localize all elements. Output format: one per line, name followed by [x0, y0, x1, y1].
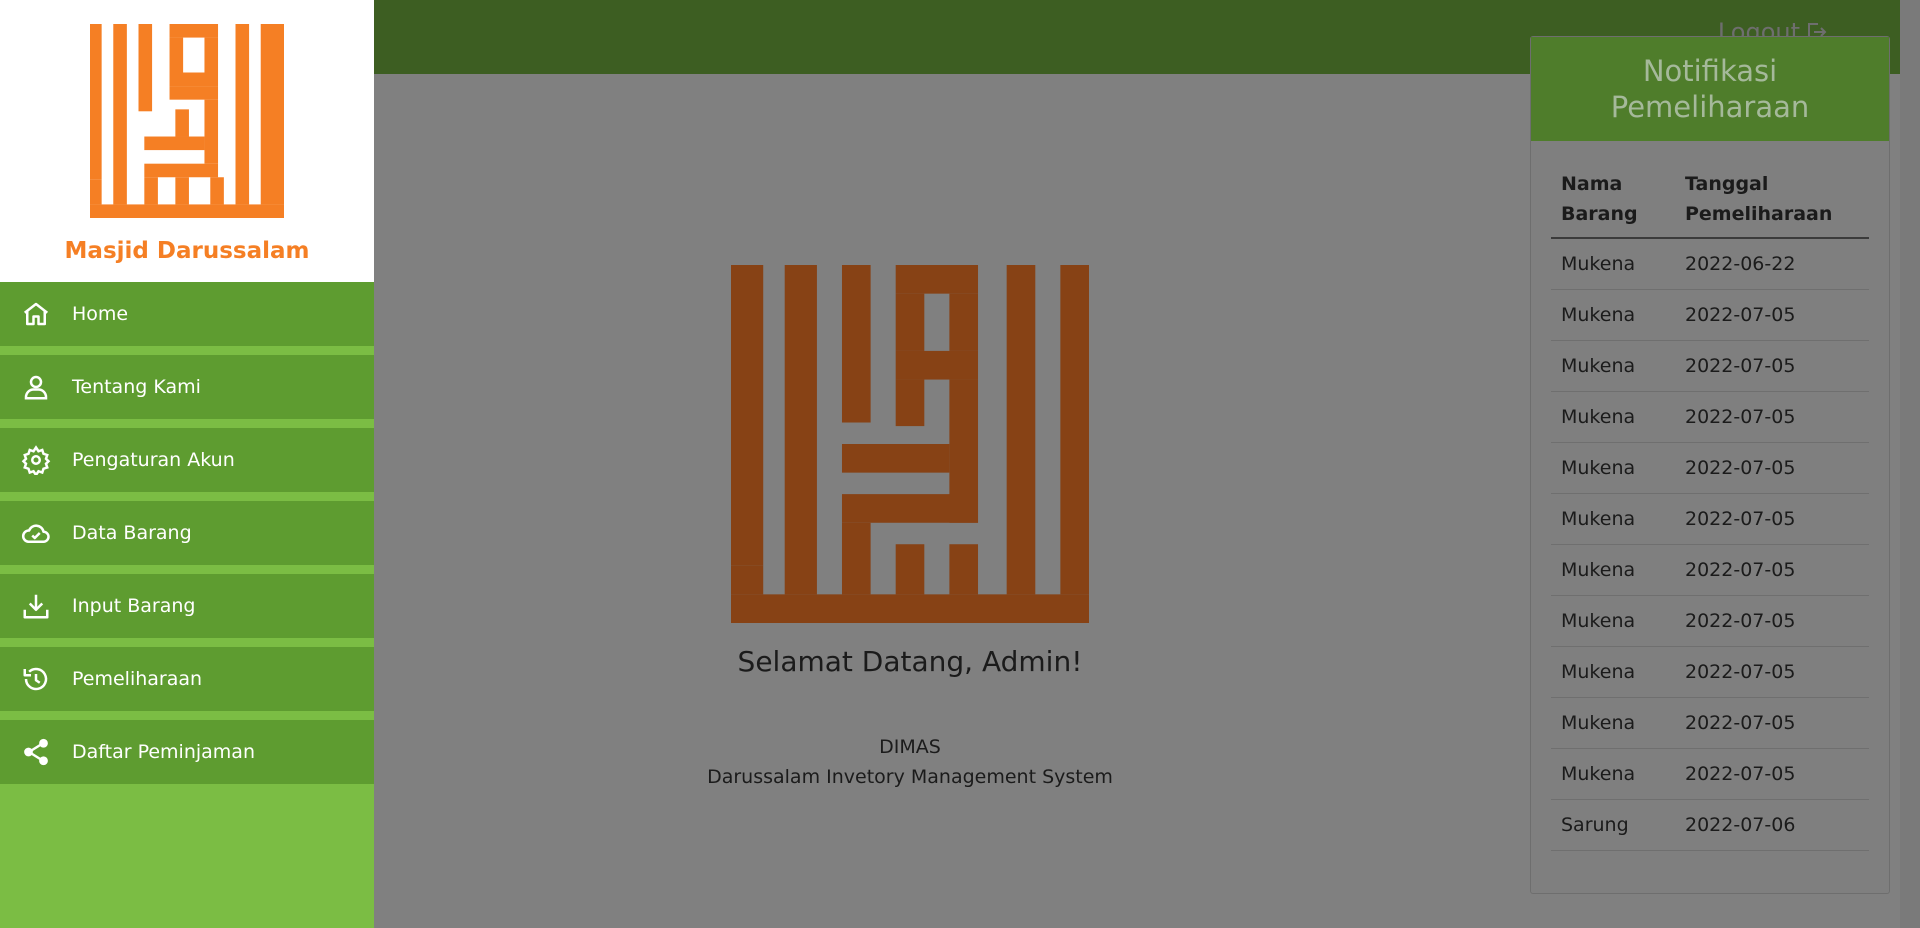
maintenance-table-body: Mukena 2022-06-22 Mukena 2022-07-05 Mukena 20…: [1551, 238, 1869, 851]
notification-body: Nama Barang Tanggal Pemeliharaan Mukena 2…: [1531, 141, 1889, 851]
cell-tanggal: 2022-07-05: [1675, 340, 1869, 392]
gear-icon: [0, 428, 72, 492]
notification-title: Notifikasi Pemeliharaan: [1531, 37, 1889, 141]
table-header-row: Nama Barang Tanggal Pemeliharaan: [1551, 169, 1869, 239]
welcome-heading: Selamat Datang, Admin!: [737, 645, 1083, 678]
cell-tanggal: 2022-06-22: [1675, 238, 1869, 290]
table-row: Mukena 2022-07-05: [1551, 289, 1869, 341]
cloud-check-icon: [0, 501, 72, 565]
mosque-logo-icon: [731, 265, 1089, 623]
sidebar-item-data-barang[interactable]: Data Barang: [0, 501, 374, 565]
table-row: Mukena 2022-07-05: [1551, 646, 1869, 698]
cell-nama-barang: Mukena: [1551, 544, 1675, 596]
cell-tanggal: 2022-07-05: [1675, 544, 1869, 596]
history-icon: [0, 647, 72, 711]
table-row: Mukena 2022-07-05: [1551, 493, 1869, 545]
welcome-hero: Selamat Datang, Admin! DIMAS Darussalam …: [707, 265, 1113, 788]
cell-tanggal: 2022-07-05: [1675, 442, 1869, 494]
table-row: Mukena 2022-07-05: [1551, 340, 1869, 392]
sidebar: Masjid Darussalam Home Tentang Kami Peng…: [0, 0, 374, 928]
column-header-nama-barang: Nama Barang: [1551, 169, 1675, 239]
table-row: Mukena 2022-07-05: [1551, 442, 1869, 494]
cell-tanggal: 2022-07-05: [1675, 595, 1869, 647]
app-description: Darussalam Invetory Management System: [707, 766, 1113, 788]
sidebar-item-pengaturan-akun[interactable]: Pengaturan Akun: [0, 428, 374, 492]
cell-nama-barang: Mukena: [1551, 595, 1675, 647]
sidebar-item-daftar-peminjaman[interactable]: Daftar Peminjaman: [0, 720, 374, 784]
cell-tanggal: 2022-07-06: [1675, 799, 1869, 851]
mosque-logo-icon: [90, 24, 284, 218]
sidebar-brand: Masjid Darussalam: [0, 0, 374, 282]
user-icon: [0, 355, 72, 419]
table-row: Mukena 2022-07-05: [1551, 544, 1869, 596]
cell-nama-barang: Mukena: [1551, 442, 1675, 494]
maintenance-notification-panel: Notifikasi Pemeliharaan Nama Barang Tang…: [1530, 36, 1890, 894]
home-icon: [0, 282, 72, 346]
sidebar-item-label: Daftar Peminjaman: [72, 741, 255, 763]
sidebar-item-input-barang[interactable]: Input Barang: [0, 574, 374, 638]
cell-nama-barang: Mukena: [1551, 238, 1675, 290]
sidebar-item-label: Input Barang: [72, 595, 196, 617]
share-icon: [0, 720, 72, 784]
sidebar-item-label: Pengaturan Akun: [72, 449, 235, 471]
cell-nama-barang: Mukena: [1551, 340, 1675, 392]
table-row: Mukena 2022-07-05: [1551, 595, 1869, 647]
table-row: Mukena 2022-07-05: [1551, 391, 1869, 443]
sidebar-item-label: Pemeliharaan: [72, 668, 203, 690]
table-row: Sarung 2022-07-06: [1551, 799, 1869, 851]
cell-tanggal: 2022-07-05: [1675, 748, 1869, 800]
cell-tanggal: 2022-07-05: [1675, 493, 1869, 545]
table-row: Mukena 2022-07-05: [1551, 748, 1869, 800]
sidebar-item-tentang-kami[interactable]: Tentang Kami: [0, 355, 374, 419]
cell-nama-barang: Mukena: [1551, 391, 1675, 443]
sidebar-item-label: Home: [72, 303, 129, 325]
column-header-tanggal: Tanggal Pemeliharaan: [1675, 169, 1869, 239]
cell-tanggal: 2022-07-05: [1675, 697, 1869, 749]
table-row: Mukena 2022-07-05: [1551, 697, 1869, 749]
sidebar-item-label: Tentang Kami: [72, 376, 201, 398]
cell-tanggal: 2022-07-05: [1675, 646, 1869, 698]
cell-nama-barang: Sarung: [1551, 799, 1675, 851]
download-icon: [0, 574, 72, 638]
sidebar-nav: Home Tentang Kami Pengaturan Akun Data B…: [0, 282, 374, 784]
cell-tanggal: 2022-07-05: [1675, 289, 1869, 341]
app-name: DIMAS: [879, 736, 941, 758]
sidebar-item-pemeliharaan[interactable]: Pemeliharaan: [0, 647, 374, 711]
sidebar-item-home[interactable]: Home: [0, 282, 374, 346]
cell-tanggal: 2022-07-05: [1675, 391, 1869, 443]
maintenance-table: Nama Barang Tanggal Pemeliharaan Mukena 2…: [1551, 169, 1869, 851]
cell-nama-barang: Mukena: [1551, 289, 1675, 341]
cell-nama-barang: Mukena: [1551, 697, 1675, 749]
cell-nama-barang: Mukena: [1551, 748, 1675, 800]
sidebar-item-label: Data Barang: [72, 522, 192, 544]
cell-nama-barang: Mukena: [1551, 646, 1675, 698]
cell-nama-barang: Mukena: [1551, 493, 1675, 545]
brand-name: Masjid Darussalam: [64, 238, 310, 264]
table-row: Mukena 2022-06-22: [1551, 238, 1869, 290]
